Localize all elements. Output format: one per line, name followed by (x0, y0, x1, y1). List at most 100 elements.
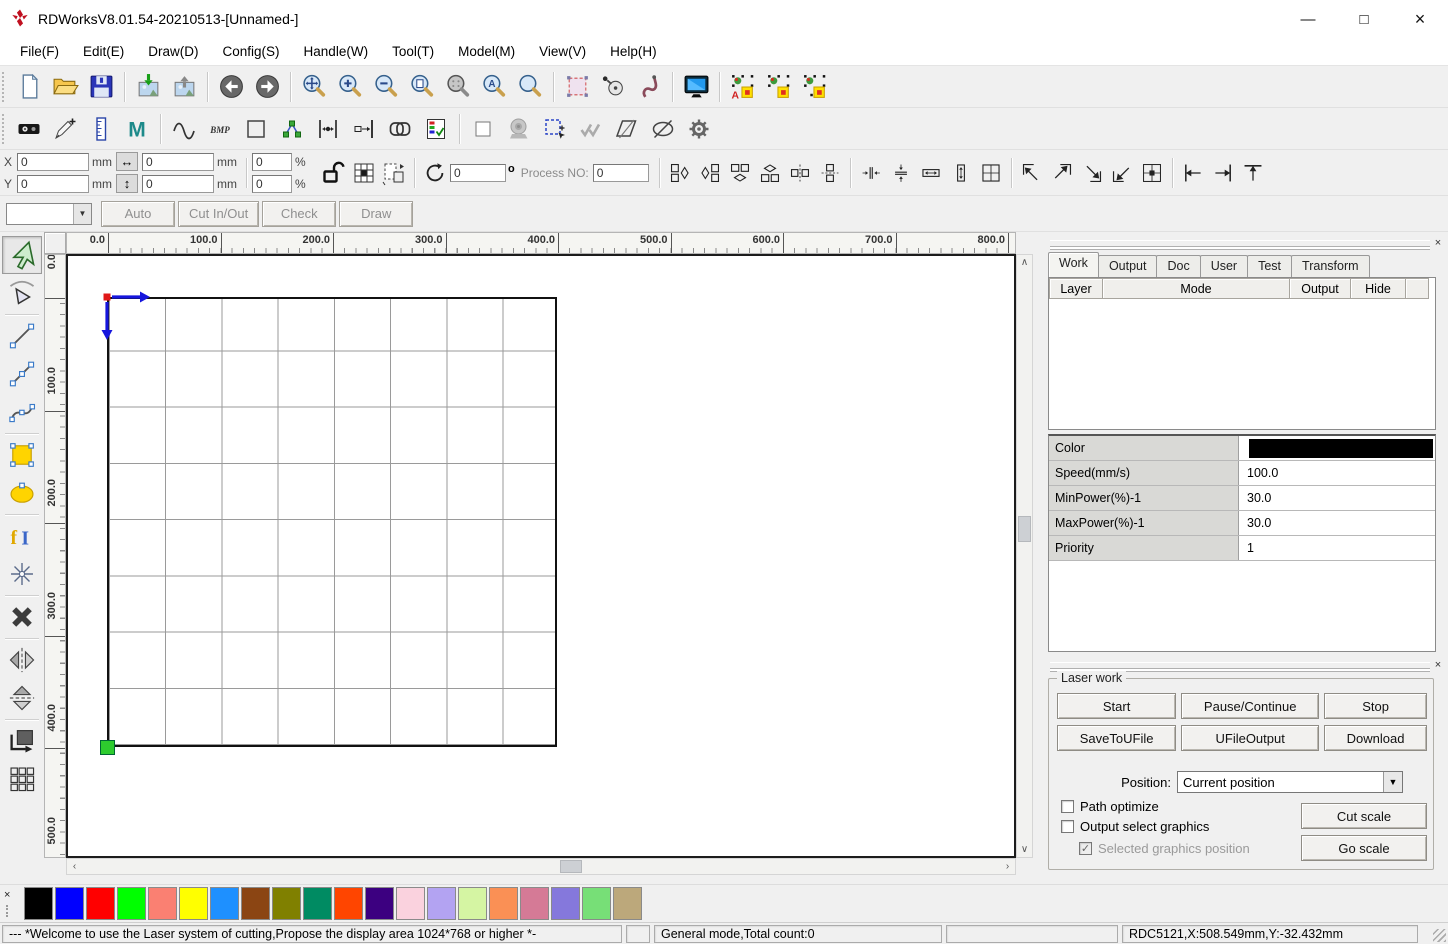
dock-right-icon[interactable] (1208, 157, 1238, 189)
same-height-icon[interactable] (946, 157, 976, 189)
rect-tool-tool-icon[interactable] (2, 436, 42, 474)
scroll-left-icon[interactable]: ‹ (67, 859, 82, 874)
scroll-up-icon[interactable]: ∧ (1017, 255, 1032, 270)
auto-button[interactable]: Auto (101, 200, 175, 227)
rotate-edit-icon[interactable] (595, 69, 631, 105)
position-select[interactable]: Current position ▼ (1177, 771, 1403, 793)
pause-continue-button[interactable]: Pause/Continue (1181, 693, 1320, 719)
array-copy-tool-icon[interactable] (2, 760, 42, 798)
zoom-pan-icon[interactable] (296, 69, 332, 105)
palette-color-0[interactable] (24, 887, 53, 920)
mirror-across-h-icon[interactable] (785, 157, 815, 189)
device-icon[interactable] (11, 111, 47, 147)
link-height-button[interactable]: ↕ (116, 174, 138, 193)
layer-column-extra[interactable] (1405, 278, 1429, 299)
flip-bottom-icon[interactable] (755, 157, 785, 189)
pen-add-icon[interactable] (47, 111, 83, 147)
ruler-corner[interactable] (44, 232, 66, 254)
property-row[interactable]: Priority 1 (1049, 536, 1435, 561)
zoom-in-icon[interactable] (332, 69, 368, 105)
gear-icon[interactable] (681, 111, 717, 147)
ufile-output-button[interactable]: UFileOutput (1181, 725, 1320, 751)
checkbox-output-select-graphics[interactable]: Output select graphics (1061, 819, 1209, 834)
menu-item-model[interactable]: Model(M) (448, 40, 529, 63)
skew-icon[interactable] (609, 111, 645, 147)
palette-color-12[interactable] (396, 887, 425, 920)
palette-color-4[interactable] (148, 887, 177, 920)
menu-item-edit[interactable]: Edit(E) (73, 40, 138, 63)
checkbox-box[interactable] (1061, 800, 1074, 813)
zoom-all-icon[interactable] (440, 69, 476, 105)
height-input[interactable]: 0 (142, 174, 214, 193)
x-input[interactable]: 0 (17, 152, 89, 171)
rotate-block-tool-icon[interactable] (2, 722, 42, 760)
menu-item-handle[interactable]: Handle(W) (294, 40, 383, 63)
zoom-view-icon[interactable] (512, 69, 548, 105)
palette-color-10[interactable] (334, 887, 363, 920)
toolbar-grip[interactable] (2, 113, 9, 144)
anchor-combobox[interactable]: ▼ (6, 202, 92, 225)
palette-color-3[interactable] (117, 887, 146, 920)
laserbox-close-icon[interactable]: × (1431, 658, 1445, 672)
palette-color-8[interactable] (272, 887, 301, 920)
height-percent-input[interactable]: 0 (252, 174, 292, 193)
mark-point-icon[interactable] (797, 69, 833, 105)
layer-table-body[interactable] (1049, 299, 1435, 429)
point-tool-tool-icon[interactable] (2, 555, 42, 593)
bmp-icon[interactable]: BMP (202, 111, 238, 147)
menu-item-view[interactable]: View(V) (529, 40, 600, 63)
zoom-select-icon[interactable]: A (476, 69, 512, 105)
menu-item-config[interactable]: Config(S) (213, 40, 294, 63)
property-row[interactable]: MaxPower(%)-1 30.0 (1049, 511, 1435, 536)
minimize-button[interactable]: — (1280, 0, 1336, 38)
line-tool-icon[interactable] (2, 317, 42, 355)
rect-outline-icon[interactable] (238, 111, 274, 147)
scroll-down-icon[interactable]: ∨ (1017, 842, 1032, 857)
palette-color-16[interactable] (520, 887, 549, 920)
tab-doc[interactable]: Doc (1156, 255, 1201, 277)
palette-color-6[interactable] (210, 887, 239, 920)
cut-in-out-button[interactable]: Cut In/Out (178, 200, 260, 227)
width-percent-input[interactable]: 0 (252, 152, 292, 171)
material-m-icon[interactable]: M (119, 111, 155, 147)
horizontal-scrollbar[interactable]: ‹ › (66, 858, 1016, 875)
vscroll-thumb[interactable] (1018, 516, 1031, 542)
tab-transform[interactable]: Transform (1291, 255, 1370, 277)
tab-output[interactable]: Output (1097, 255, 1158, 277)
palette-color-18[interactable] (582, 887, 611, 920)
polyline-tool-icon[interactable] (2, 355, 42, 393)
flip-top-icon[interactable] (725, 157, 755, 189)
tab-test[interactable]: Test (1247, 255, 1293, 277)
select-frame-icon[interactable] (559, 69, 595, 105)
panel-grip[interactable] (1050, 240, 1430, 247)
resize-grip[interactable] (1433, 929, 1446, 942)
palette-color-5[interactable] (179, 887, 208, 920)
double-check-icon[interactable] (573, 111, 609, 147)
start-button[interactable]: Start (1057, 693, 1177, 719)
y-input[interactable]: 0 (17, 174, 89, 193)
to-top-left-icon[interactable] (1017, 157, 1047, 189)
anchor-combobox-arrow[interactable]: ▼ (73, 203, 91, 224)
panel-close-icon[interactable]: × (1431, 236, 1445, 250)
property-row[interactable]: Speed(mm/s) 100.0 (1049, 461, 1435, 486)
palette-color-13[interactable] (427, 887, 456, 920)
save-file-icon[interactable] (83, 69, 119, 105)
new-file-icon[interactable] (11, 69, 47, 105)
draw-button[interactable]: Draw (339, 200, 414, 227)
mark-text-icon[interactable]: A (725, 69, 761, 105)
small-checkbox-icon[interactable] (465, 111, 501, 147)
checkbox-path-optimize[interactable]: Path optimize (1061, 799, 1159, 814)
open-file-icon[interactable] (47, 69, 83, 105)
dock-top-icon[interactable] (1238, 157, 1268, 189)
width-input[interactable]: 0 (142, 152, 214, 171)
menu-item-help[interactable]: Help(H) (600, 40, 671, 63)
cut-scale-button[interactable]: Cut scale (1301, 803, 1427, 829)
ellipse-tool-tool-icon[interactable] (2, 474, 42, 512)
save-to-ufile-button[interactable]: SaveToUFile (1057, 725, 1177, 751)
panel-grip[interactable] (1050, 662, 1430, 669)
layer-column-output[interactable]: Output (1289, 278, 1351, 299)
checkbox-box[interactable] (1061, 820, 1074, 833)
hscroll-thumb[interactable] (560, 860, 582, 873)
to-bottom-left-icon[interactable] (1107, 157, 1137, 189)
menu-item-draw[interactable]: Draw(D) (138, 40, 212, 63)
